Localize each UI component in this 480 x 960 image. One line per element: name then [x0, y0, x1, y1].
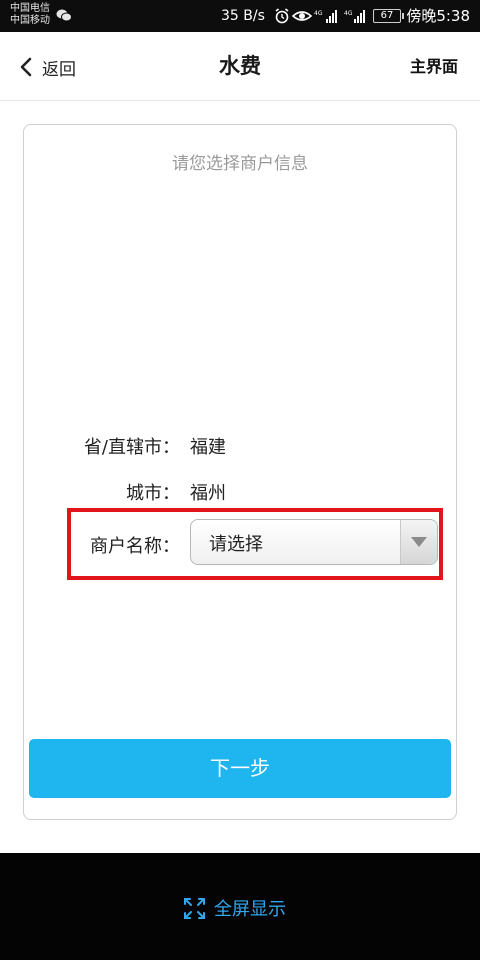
- signal-icon: 4G: [314, 10, 337, 23]
- eye-icon: [292, 11, 312, 21]
- page-title: 水费: [219, 54, 261, 78]
- bottom-bar: 全屏显示: [0, 853, 480, 960]
- signal-2-tag: 4G: [344, 10, 353, 17]
- merchant-form-card: 请您选择商户信息 省/直辖市： 福建 城市： 福州 商户名称： 请选择 下一步: [23, 124, 457, 820]
- signal-icon: 4G: [344, 10, 365, 23]
- fullscreen-label: 全屏显示: [214, 899, 286, 920]
- merchant-label: 商户名称：: [90, 536, 180, 557]
- expand-icon: [184, 897, 205, 919]
- carrier-info: 中国电信 中国移动: [10, 3, 50, 27]
- title-bar: 返回 水费 主界面: [0, 32, 480, 101]
- carrier-2: 中国移动: [10, 15, 50, 26]
- merchant-select[interactable]: 请选择: [190, 519, 438, 565]
- status-bar: 中国电信 中国移动 35 B/s 4G 4G 67 傍晚5:38: [0, 0, 480, 32]
- home-button[interactable]: 主界面: [410, 54, 458, 80]
- battery-icon: 67: [373, 9, 404, 23]
- triangle-down-icon: [411, 537, 427, 547]
- card-hint: 请您选择商户信息: [172, 154, 308, 174]
- clock: 傍晚5:38: [406, 7, 470, 25]
- network-speed: 35 B/s: [221, 8, 265, 24]
- signal-1-tag: 4G: [314, 10, 323, 17]
- city-label: 城市：: [126, 483, 180, 504]
- next-step-button[interactable]: 下一步: [29, 739, 451, 798]
- fullscreen-button[interactable]: 全屏显示: [184, 894, 286, 922]
- carrier-1: 中国电信: [10, 3, 50, 14]
- merchant-select-value: 请选择: [209, 534, 263, 555]
- wechat-icon: [56, 9, 72, 22]
- province-label: 省/直辖市：: [83, 437, 180, 458]
- city-value: 福州: [190, 483, 226, 504]
- province-value: 福建: [190, 437, 226, 458]
- alarm-icon: [275, 8, 289, 24]
- select-arrow[interactable]: [400, 520, 437, 564]
